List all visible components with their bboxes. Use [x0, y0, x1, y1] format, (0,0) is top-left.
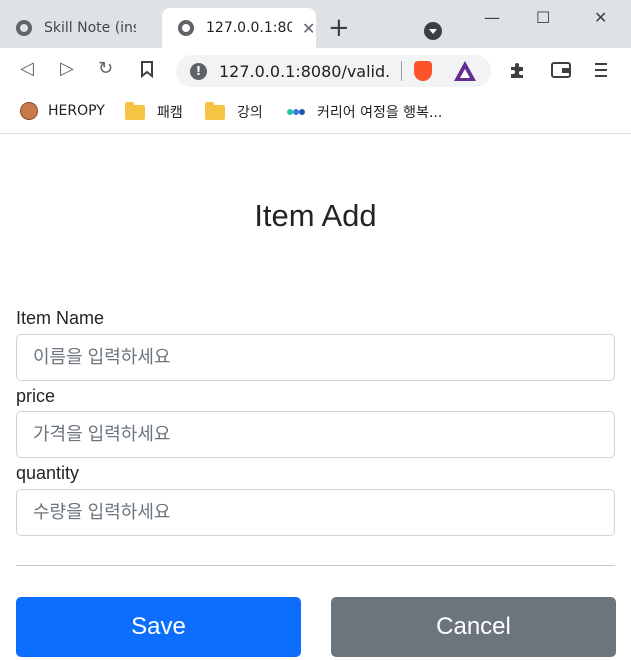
tab-close-icon[interactable]: ✕ [302, 19, 315, 38]
bookmark-icon[interactable] [140, 61, 154, 83]
divider [16, 565, 615, 566]
brave-shield-icon[interactable] [414, 61, 432, 81]
info-icon[interactable]: ! [190, 62, 207, 80]
tab-search-icon[interactable] [424, 22, 442, 40]
bookmark-folder-fastcampus[interactable]: 패캠 [125, 101, 183, 122]
item-name-label: Item Name [16, 308, 105, 328]
browser-toolbar: ◁ ▷ ↻ ! 127.0.0.1:8080/valid... [0, 48, 631, 92]
maximize-button[interactable]: ☐ [536, 8, 550, 27]
save-button[interactable]: Save [16, 597, 301, 657]
quantity-input[interactable] [16, 489, 615, 536]
back-icon[interactable]: ◁ [20, 59, 34, 79]
address-bar[interactable]: ! 127.0.0.1:8080/valid... [176, 55, 491, 87]
bookmark-label: 커리어 여정을 행복... [317, 105, 443, 121]
brave-rewards-icon[interactable] [454, 61, 476, 81]
bookmark-heropy[interactable]: HEROPY [20, 102, 105, 120]
dots-icon [287, 109, 305, 115]
extensions-puzzle-icon[interactable] [508, 60, 528, 85]
bookmark-folder-lectures[interactable]: 강의 [205, 101, 263, 122]
new-tab-button[interactable]: + [328, 14, 350, 42]
price-label: price [16, 386, 56, 406]
globe-icon [16, 20, 32, 36]
folder-icon [205, 101, 225, 120]
bookmark-label: 강의 [237, 105, 263, 121]
folder-icon [125, 101, 145, 120]
url-text[interactable]: 127.0.0.1:8080/valid... [219, 62, 389, 81]
quantity-label: quantity [16, 463, 80, 483]
bookmarks-bar: HEROPY 패캠 강의 커리어 여정을 행복... [0, 92, 631, 134]
omnibox-divider [401, 61, 402, 81]
menu-icon[interactable] [594, 60, 608, 85]
cancel-button[interactable]: Cancel [331, 597, 616, 657]
reload-icon[interactable]: ↻ [98, 59, 113, 79]
bookmark-career[interactable]: 커리어 여정을 행복... [287, 102, 442, 122]
tab-strip: Skill Note (insert 127.0.0.1:8080/valid … [0, 0, 631, 48]
forward-icon[interactable]: ▷ [60, 59, 74, 79]
tab-title: Skill Note (insert [44, 20, 136, 36]
tab-skill-note[interactable]: Skill Note (insert [0, 8, 160, 48]
tab-title: 127.0.0.1:8080/valid [206, 20, 292, 36]
bookmark-label: HEROPY [48, 103, 105, 119]
browser-chrome: Skill Note (insert 127.0.0.1:8080/valid … [0, 0, 631, 134]
page-content: Item Add Item Name price quantity Save C… [0, 134, 631, 660]
price-input[interactable] [16, 411, 615, 458]
globe-icon [178, 20, 194, 36]
tab-localhost[interactable]: 127.0.0.1:8080/valid ✕ [162, 8, 316, 48]
item-name-input[interactable] [16, 334, 615, 381]
page-title: Item Add [254, 198, 377, 233]
bookmark-label: 패캠 [157, 105, 183, 121]
wallet-icon[interactable] [550, 60, 572, 85]
close-window-button[interactable]: ✕ [594, 8, 607, 27]
minimize-button[interactable]: — [484, 8, 500, 27]
avatar-icon [20, 102, 38, 120]
